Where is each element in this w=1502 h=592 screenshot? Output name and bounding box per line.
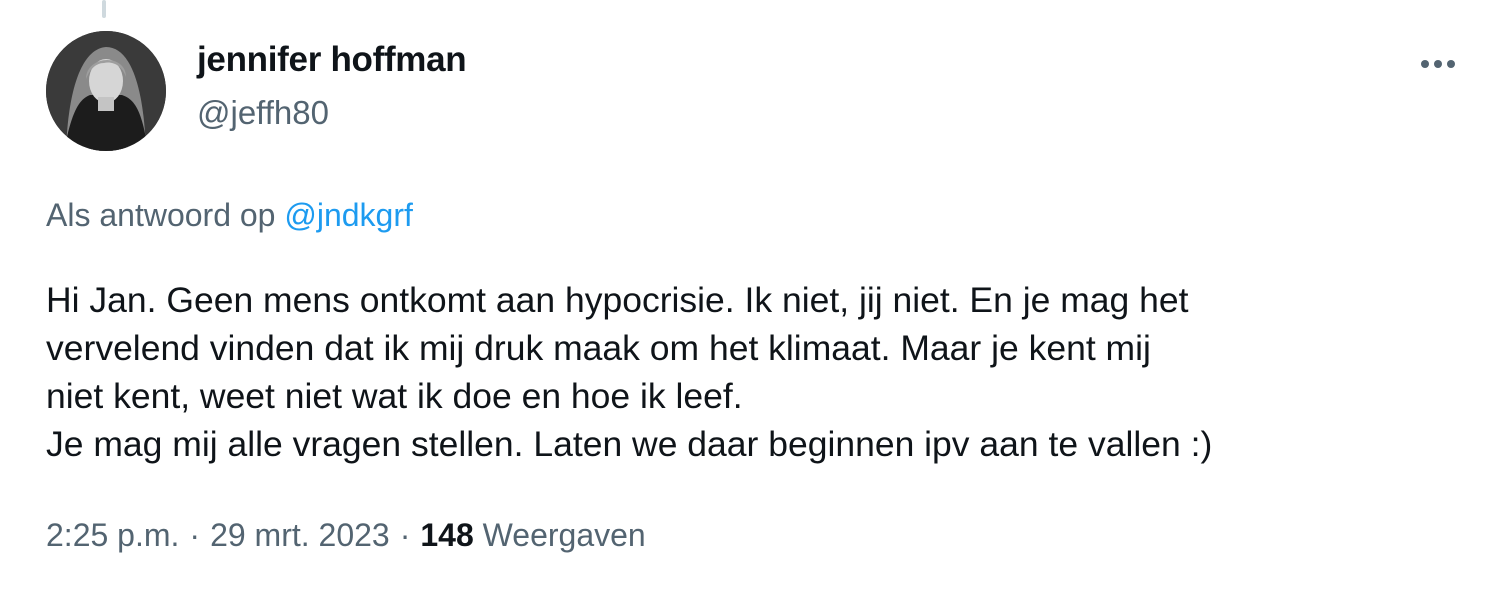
tweet-time-link[interactable]: 2:25 p.m. · 29 mrt. 2023 — [46, 517, 390, 553]
separator-dot: · — [399, 517, 411, 553]
more-options-button[interactable] — [1416, 46, 1460, 82]
avatar[interactable] — [46, 31, 166, 151]
tweet-time: 2:25 p.m. — [46, 517, 180, 553]
tweet-metadata: 2:25 p.m. · 29 mrt. 2023 · 148 Weergaven — [46, 517, 646, 554]
tweet-text: Hi Jan. Geen mens ontkomt aan hypocrisie… — [46, 276, 1466, 468]
views-label: Weergaven — [482, 517, 646, 553]
views-count: 148 — [420, 517, 474, 553]
author-handle[interactable]: @jeffh80 — [197, 94, 329, 132]
tweet-text-line: niet kent, weet niet wat ik doe en hoe i… — [46, 376, 743, 416]
reply-context-label: Als antwoord op — [46, 197, 276, 233]
author-display-name[interactable]: jennifer hoffman — [197, 40, 467, 80]
tweet-text-line: Je mag mij alle vragen stellen. Laten we… — [46, 424, 1213, 464]
tweet-text-line: vervelend vinden dat ik mij druk maak om… — [46, 328, 1151, 368]
thread-connector-line — [102, 0, 106, 18]
tweet-date: 29 mrt. 2023 — [210, 517, 390, 553]
more-dots-icon — [1421, 60, 1455, 68]
reply-mention-link[interactable]: @jndkgrf — [284, 197, 413, 233]
separator-dot: · — [189, 517, 201, 553]
avatar-photo-image — [46, 31, 166, 151]
reply-context: Als antwoord op @jndkgrf — [46, 197, 413, 234]
tweet-text-line: Hi Jan. Geen mens ontkomt aan hypocrisie… — [46, 280, 1189, 320]
